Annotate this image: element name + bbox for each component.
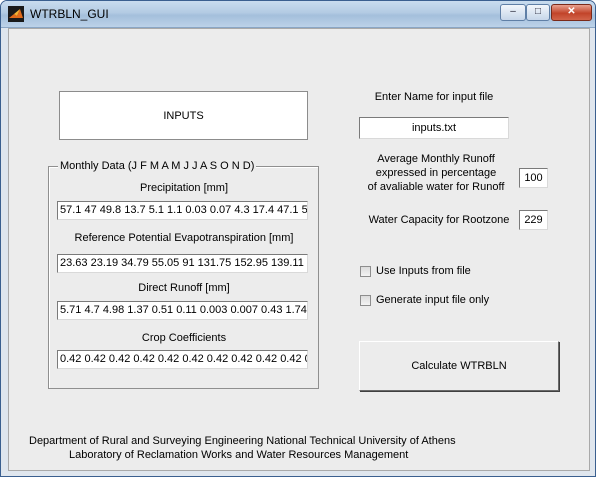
direct-runoff-input[interactable]: 5.71 4.7 4.98 1.37 0.51 0.11 0.003 0.007… — [57, 301, 308, 320]
generate-only-label[interactable]: Generate input file only — [376, 294, 489, 306]
runoff-label-line3: of avaliable water for Runoff — [367, 181, 505, 193]
evapotranspiration-label: Reference Potential Evapotranspiration [… — [74, 232, 294, 244]
generate-only-checkbox[interactable] — [360, 295, 371, 306]
close-button[interactable]: ✕ — [551, 4, 592, 21]
inputs-header-box: INPUTS — [59, 91, 308, 140]
input-file-field[interactable]: inputs.txt — [359, 117, 509, 139]
footer-line2: Laboratory of Reclamation Works and Wate… — [69, 449, 409, 461]
crop-coefficients-label: Crop Coefficients — [141, 332, 227, 344]
minimize-button[interactable]: – — [500, 4, 526, 21]
use-inputs-checkbox[interactable] — [360, 266, 371, 277]
app-window: WTRBLN_GUI – □ ✕ INPUTS Monthly Data (J … — [0, 0, 596, 477]
inputs-header: INPUTS — [163, 109, 204, 122]
calculate-button-label: Calculate WTRBLN — [411, 360, 507, 372]
close-icon: ✕ — [567, 6, 576, 17]
runoff-label-line2: expressed in percentage — [375, 167, 497, 179]
monthly-data-title: Monthly Data (J F M A M J J A S O N D) — [58, 160, 257, 172]
title-bar[interactable]: WTRBLN_GUI – □ ✕ — [1, 1, 595, 28]
evapotranspiration-input[interactable]: 23.63 23.19 34.79 55.05 91 131.75 152.95… — [57, 254, 308, 273]
minimize-icon: – — [510, 6, 516, 17]
water-capacity-input[interactable]: 229 — [519, 210, 548, 230]
water-capacity-label: Water Capacity for Rootzone — [368, 214, 510, 226]
calculate-button[interactable]: Calculate WTRBLN — [359, 341, 559, 391]
matlab-icon — [8, 6, 24, 22]
figure-canvas: INPUTS Monthly Data (J F M A M J J A S O… — [8, 28, 590, 471]
use-inputs-label[interactable]: Use Inputs from file — [376, 265, 471, 277]
maximize-button[interactable]: □ — [526, 4, 550, 21]
input-file-label: Enter Name for input file — [374, 91, 494, 103]
precipitation-label: Precipitation [mm] — [139, 182, 229, 194]
precipitation-input[interactable]: 57.1 47 49.8 13.7 5.1 1.1 0.03 0.07 4.3 … — [57, 201, 308, 220]
maximize-icon: □ — [534, 6, 542, 17]
crop-coefficients-input[interactable]: 0.42 0.42 0.42 0.42 0.42 0.42 0.42 0.42 … — [57, 350, 308, 369]
runoff-label-line1: Average Monthly Runoff — [377, 153, 495, 165]
footer-line1: Department of Rural and Surveying Engine… — [29, 435, 456, 447]
direct-runoff-label: Direct Runoff [mm] — [138, 282, 230, 294]
runoff-percentage-input[interactable]: 100 — [519, 168, 548, 188]
window-title: WTRBLN_GUI — [30, 7, 109, 21]
